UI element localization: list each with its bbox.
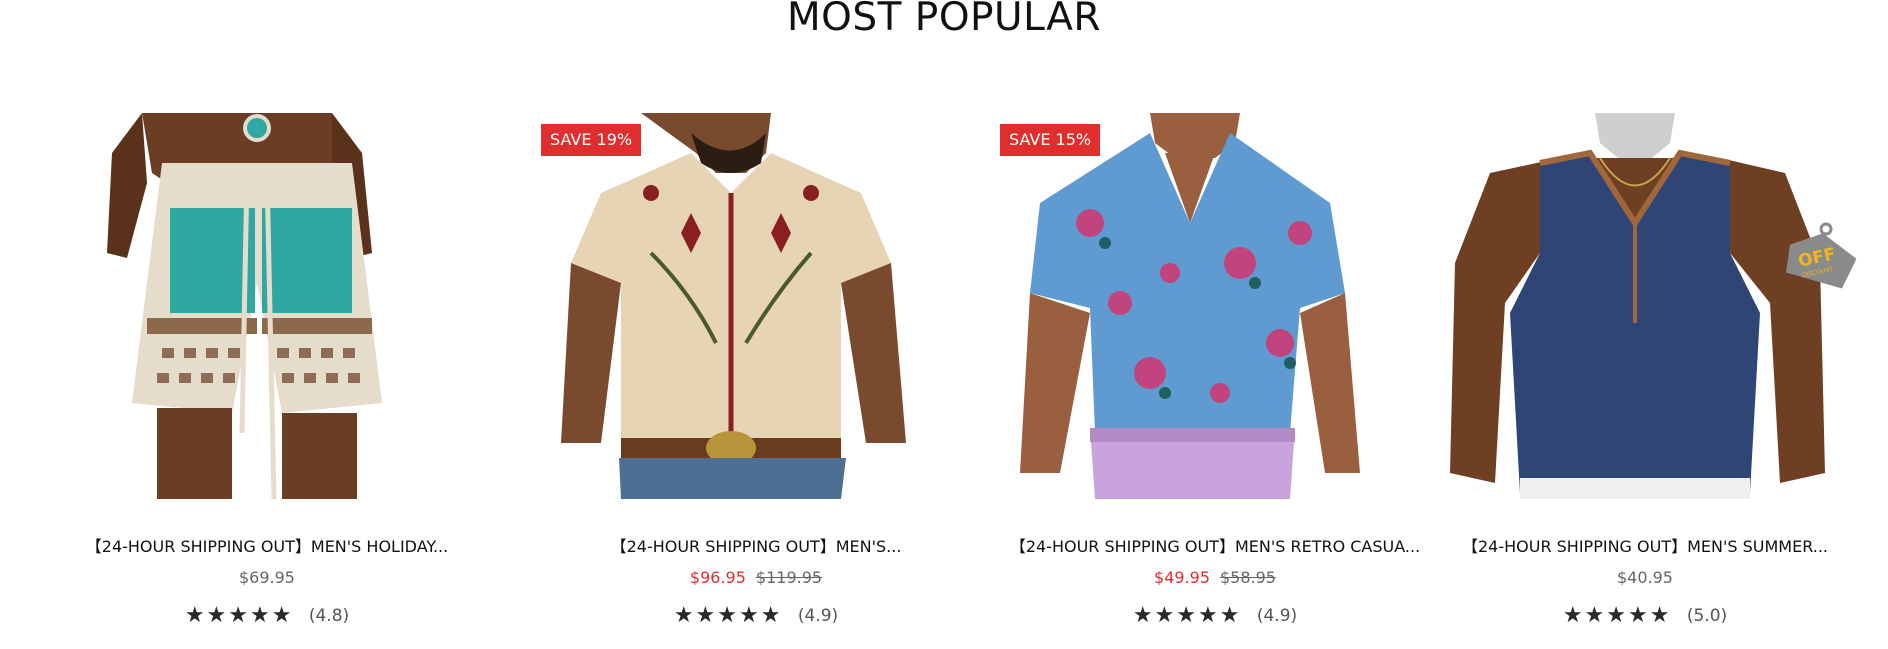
rating-value: (4.9) — [797, 605, 839, 626]
product-title[interactable]: 【24-HOUR SHIPPING OUT】MEN'S... — [541, 533, 971, 557]
price-row: $40.95 — [1430, 568, 1860, 587]
save-badge: SAVE 15% — [1000, 124, 1101, 156]
rating-row: ★★★★★ (5.0) — [1430, 603, 1860, 628]
sale-price: $96.95 — [689, 568, 746, 587]
crochet-shorts-image[interactable] — [52, 113, 482, 499]
price-row: $69.95 — [52, 568, 482, 587]
product-title[interactable]: 【24-HOUR SHIPPING OUT】MEN'S SUMMER... — [1430, 533, 1860, 557]
rating-value: (4.8) — [308, 605, 350, 626]
star-rating-icon: ★★★★★ — [1132, 603, 1242, 628]
star-rating-icon: ★★★★★ — [673, 603, 783, 628]
price-row: $49.95 $58.95 — [1000, 568, 1430, 587]
rating-value: (5.0) — [1686, 605, 1728, 626]
rating-row: ★★★★★ (4.8) — [52, 603, 482, 628]
product-card[interactable]: OFF DISCOUNT 【24-HOUR SHIPPING OUT】MEN'S… — [1430, 113, 1860, 633]
discount-tag-icon: OFF DISCOUNT — [1786, 222, 1857, 289]
embroidered-shirt-image[interactable]: SAVE 19% — [541, 113, 971, 499]
original-price: $58.95 — [1220, 568, 1276, 587]
product-card[interactable]: SAVE 19% 【24-HOUR SHIPPING OUT】MEN'S... … — [541, 113, 971, 633]
tank-top-image[interactable]: OFF DISCOUNT — [1430, 113, 1860, 499]
rating-row: ★★★★★ (4.9) — [1000, 603, 1430, 628]
save-badge: SAVE 19% — [541, 124, 642, 156]
product-price: $40.95 — [1617, 568, 1673, 587]
product-card[interactable]: 【24-HOUR SHIPPING OUT】MEN'S HOLIDAY... $… — [52, 113, 482, 633]
product-title[interactable]: 【24-HOUR SHIPPING OUT】MEN'S HOLIDAY... — [52, 533, 482, 557]
section-title: MOST POPULAR — [786, 0, 1101, 40]
product-title[interactable]: 【24-HOUR SHIPPING OUT】MEN'S RETRO CASUA.… — [1000, 533, 1430, 557]
product-price: $69.95 — [239, 568, 295, 587]
floral-shirt-image[interactable]: SAVE 15% — [1000, 113, 1430, 499]
price-row: $96.95 $119.95 — [541, 568, 971, 587]
rating-value: (4.9) — [1256, 605, 1298, 626]
sale-price: $49.95 — [1154, 568, 1210, 587]
product-card[interactable]: SAVE 15% 【24-HOUR SHIPPING OUT】MEN'S RET… — [1000, 113, 1430, 633]
star-rating-icon: ★★★★★ — [1562, 603, 1672, 628]
original-price: $119.95 — [755, 568, 823, 587]
star-rating-icon: ★★★★★ — [184, 603, 294, 628]
rating-row: ★★★★★ (4.9) — [541, 603, 971, 628]
